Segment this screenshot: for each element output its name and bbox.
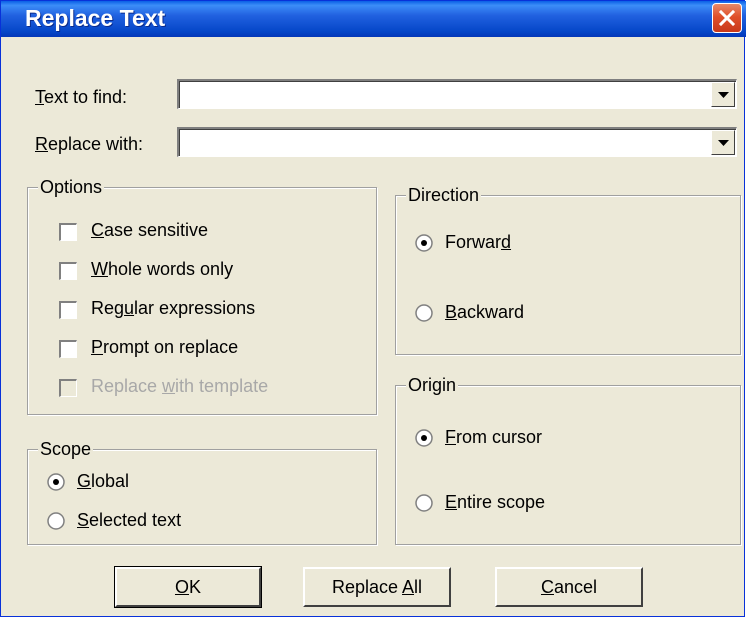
- find-input[interactable]: [181, 83, 708, 106]
- scope-selected-text-label[interactable]: Selected text: [77, 509, 181, 531]
- replace-with-template-label: Replace with template: [91, 376, 269, 396]
- ok-button[interactable]: OK: [114, 566, 262, 608]
- origin-entire-scope-label[interactable]: Entire scope: [445, 491, 545, 513]
- ok-button-label: OK: [174, 577, 202, 597]
- dropdown-arrow-icon: [718, 140, 729, 146]
- prompt-on-replace-label[interactable]: Prompt on replace: [91, 336, 238, 358]
- dropdown-arrow-icon: [718, 92, 729, 98]
- whole-words-checkbox[interactable]: [59, 262, 77, 280]
- replace-dropdown-button[interactable]: [711, 130, 735, 155]
- scope-global-label[interactable]: Global: [77, 470, 129, 492]
- close-x-icon: [719, 10, 735, 26]
- replace-text-dialog: Replace Text Text to find: Replace with:…: [0, 0, 746, 617]
- scope-group-title: Scope: [38, 438, 94, 460]
- cancel-button[interactable]: Cancel: [495, 567, 643, 607]
- regex-checkbox[interactable]: [59, 301, 77, 319]
- direction-forward-radio[interactable]: [415, 234, 433, 252]
- replace-combobox[interactable]: [177, 127, 737, 157]
- case-sensitive-checkbox[interactable]: [59, 223, 77, 241]
- regex-label[interactable]: Regular expressions: [91, 297, 255, 319]
- replace-all-button-label: Replace All: [331, 577, 423, 597]
- replace-label: Replace with:: [35, 134, 144, 154]
- dialog-title: Replace Text: [25, 5, 166, 31]
- title-bar[interactable]: Replace Text: [1, 1, 746, 37]
- replace-input[interactable]: [181, 131, 708, 154]
- scope-selected-text-radio[interactable]: [47, 512, 65, 530]
- options-group-title: Options: [38, 176, 105, 198]
- replace-all-button[interactable]: Replace All: [303, 567, 451, 607]
- direction-forward-label[interactable]: Forward: [445, 231, 511, 253]
- origin-from-cursor-radio[interactable]: [415, 429, 433, 447]
- origin-entire-scope-radio[interactable]: [415, 494, 433, 512]
- direction-group-title: Direction: [406, 184, 482, 206]
- scope-global-radio[interactable]: [47, 473, 65, 491]
- prompt-on-replace-checkbox[interactable]: [59, 340, 77, 358]
- direction-backward-radio[interactable]: [415, 304, 433, 322]
- direction-backward-label[interactable]: Backward: [445, 301, 524, 323]
- origin-from-cursor-label[interactable]: From cursor: [445, 426, 542, 448]
- find-dropdown-button[interactable]: [711, 82, 735, 107]
- case-sensitive-label[interactable]: Case sensitive: [91, 219, 208, 241]
- direction-group: Direction: [395, 184, 741, 355]
- whole-words-label[interactable]: Whole words only: [91, 258, 233, 280]
- cancel-button-label: Cancel: [540, 577, 598, 597]
- replace-with-template-checkbox: [59, 379, 77, 397]
- origin-group-title: Origin: [406, 374, 459, 396]
- find-label: Text to find:: [35, 87, 128, 107]
- origin-group: Origin: [395, 374, 741, 545]
- close-button[interactable]: [712, 3, 742, 33]
- find-combobox[interactable]: [177, 79, 737, 109]
